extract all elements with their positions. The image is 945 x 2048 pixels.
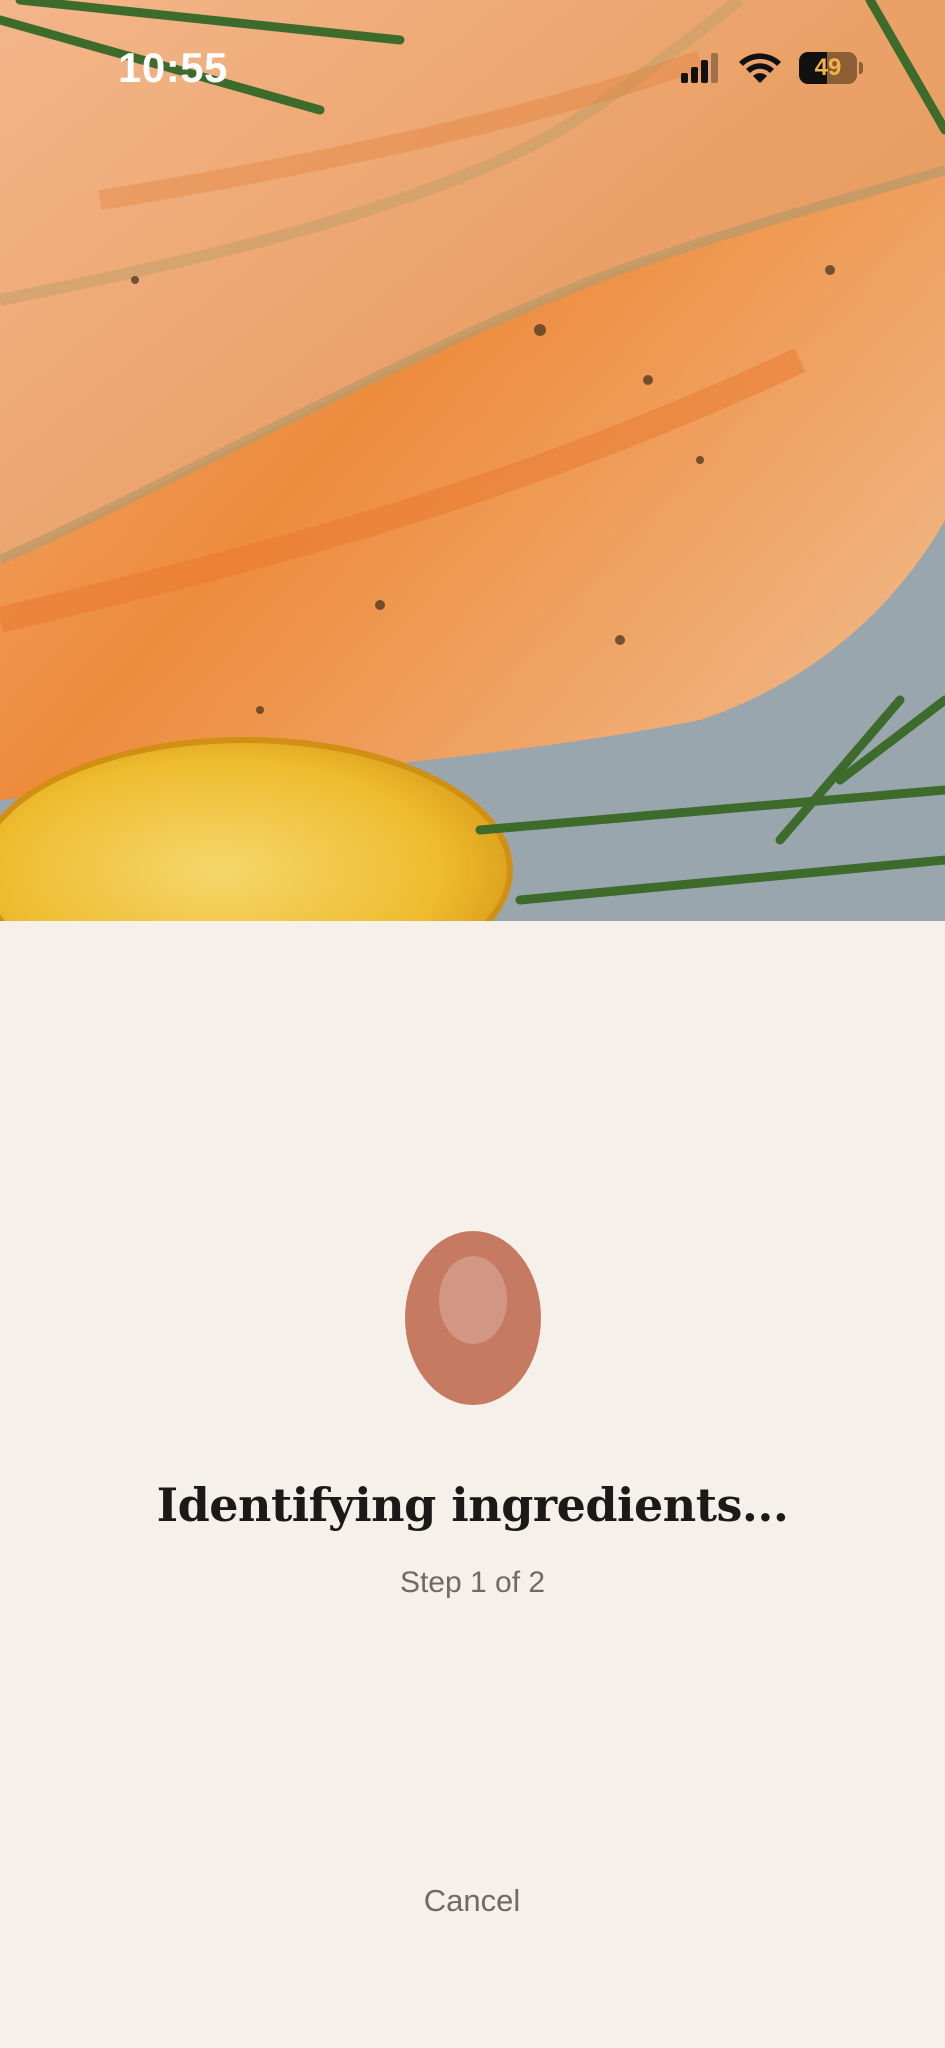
cancel-button[interactable]: Cancel [372, 1874, 572, 1928]
loading-title: Identifying ingredients... [156, 1478, 789, 1532]
status-bar: 10:55 49 [0, 0, 945, 140]
battery-level: 49 [814, 54, 842, 81]
wifi-icon [739, 53, 781, 83]
cellular-signal-icon [681, 53, 718, 83]
status-time: 10:55 [118, 44, 228, 91]
loading-indicator-icon [405, 1231, 541, 1405]
battery-nub [859, 62, 863, 74]
status-icons: 49 [681, 52, 863, 84]
battery-icon: 49 [799, 52, 857, 84]
step-indicator: Step 1 of 2 [399, 1566, 546, 1599]
